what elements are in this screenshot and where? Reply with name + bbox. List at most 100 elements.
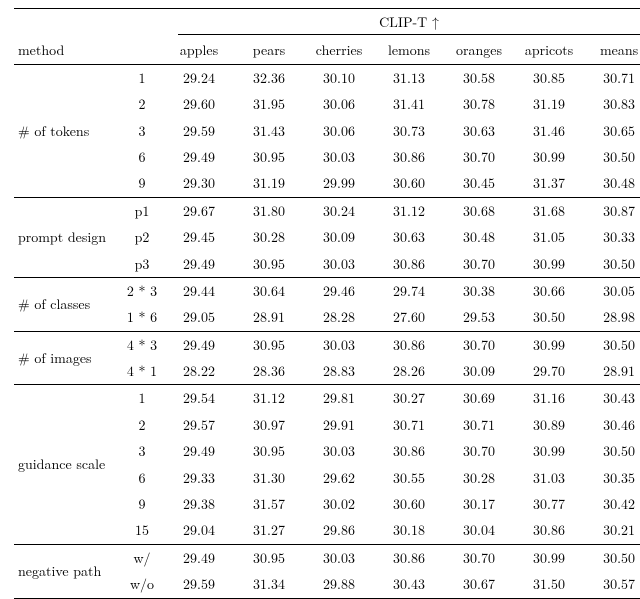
value-cell: 28.26 xyxy=(374,358,444,385)
value-cell: 30.99 xyxy=(514,438,584,464)
table-row: guidance scale129.5431.1229.8130.2730.69… xyxy=(14,385,640,412)
value-cell: 31.37 xyxy=(514,170,584,197)
col-apples: apples xyxy=(164,37,234,64)
value-cell: 30.95 xyxy=(234,438,304,464)
value-cell: 30.89 xyxy=(514,412,584,438)
variant-label: 2 xyxy=(120,91,164,117)
value-cell: 29.62 xyxy=(304,465,374,491)
value-cell: 28.91 xyxy=(234,304,304,331)
variant-label: 1 * 6 xyxy=(120,304,164,331)
value-cell: 30.67 xyxy=(444,571,514,598)
value-cell: 30.50 xyxy=(584,331,640,358)
table-row: # of classes2 * 329.4430.6429.4629.7430.… xyxy=(14,277,640,304)
col-cherries: cherries xyxy=(304,37,374,64)
value-cell: 29.99 xyxy=(304,170,374,197)
value-cell: 31.19 xyxy=(234,170,304,197)
value-cell: 30.66 xyxy=(514,277,584,304)
value-cell: 31.80 xyxy=(234,197,304,224)
value-cell: 30.50 xyxy=(584,144,640,170)
value-cell: 30.95 xyxy=(234,544,304,571)
value-cell: 30.60 xyxy=(374,491,444,517)
value-cell: 30.85 xyxy=(514,64,584,91)
variant-label: w/o xyxy=(120,571,164,598)
value-cell: 30.68 xyxy=(444,197,514,224)
variant-label: 9 xyxy=(120,491,164,517)
value-cell: 30.03 xyxy=(304,144,374,170)
value-cell: 30.99 xyxy=(514,544,584,571)
value-cell: 29.70 xyxy=(514,358,584,385)
group-label: # of images xyxy=(14,331,120,385)
value-cell: 30.38 xyxy=(444,277,514,304)
value-cell: 30.65 xyxy=(584,118,640,144)
value-cell: 30.86 xyxy=(374,438,444,464)
value-cell: 31.13 xyxy=(374,64,444,91)
value-cell: 30.71 xyxy=(584,64,640,91)
value-cell: 30.24 xyxy=(304,197,374,224)
value-cell: 30.06 xyxy=(304,91,374,117)
value-cell: 30.50 xyxy=(584,544,640,571)
value-cell: 30.57 xyxy=(584,571,640,598)
value-cell: 30.18 xyxy=(374,517,444,544)
value-cell: 30.04 xyxy=(444,517,514,544)
value-cell: 30.78 xyxy=(444,91,514,117)
group-label: prompt design xyxy=(14,197,120,277)
value-cell: 30.50 xyxy=(584,438,640,464)
value-cell: 30.86 xyxy=(374,251,444,278)
group-label: # of tokens xyxy=(14,64,120,197)
value-cell: 29.60 xyxy=(164,91,234,117)
table-row: # of images4 * 329.4930.9530.0330.8630.7… xyxy=(14,331,640,358)
group-label: # of classes xyxy=(14,277,120,331)
variant-label: 9 xyxy=(120,170,164,197)
value-cell: 30.09 xyxy=(304,224,374,250)
value-cell: 30.45 xyxy=(444,170,514,197)
value-cell: 29.46 xyxy=(304,277,374,304)
value-cell: 31.12 xyxy=(234,385,304,412)
value-cell: 30.03 xyxy=(304,251,374,278)
value-cell: 30.77 xyxy=(514,491,584,517)
value-cell: 30.70 xyxy=(444,144,514,170)
value-cell: 31.19 xyxy=(514,91,584,117)
variant-label: 3 xyxy=(120,118,164,144)
value-cell: 32.36 xyxy=(234,64,304,91)
value-cell: 30.70 xyxy=(444,438,514,464)
value-cell: 30.27 xyxy=(374,385,444,412)
value-cell: 30.99 xyxy=(514,331,584,358)
value-cell: 30.70 xyxy=(444,331,514,358)
value-cell: 31.16 xyxy=(514,385,584,412)
value-cell: 30.86 xyxy=(374,544,444,571)
value-cell: 30.63 xyxy=(444,118,514,144)
value-cell: 28.98 xyxy=(584,304,640,331)
value-cell: 29.49 xyxy=(164,544,234,571)
variant-label: w/ xyxy=(120,544,164,571)
value-cell: 30.95 xyxy=(234,144,304,170)
value-cell: 29.49 xyxy=(164,438,234,464)
value-cell: 31.43 xyxy=(234,118,304,144)
value-cell: 30.73 xyxy=(374,118,444,144)
value-cell: 29.74 xyxy=(374,277,444,304)
value-cell: 30.60 xyxy=(374,170,444,197)
value-cell: 30.86 xyxy=(374,331,444,358)
variant-label: 4 * 3 xyxy=(120,331,164,358)
value-cell: 30.46 xyxy=(584,412,640,438)
variant-label: p1 xyxy=(120,197,164,224)
value-cell: 31.41 xyxy=(374,91,444,117)
value-cell: 29.44 xyxy=(164,277,234,304)
value-cell: 29.54 xyxy=(164,385,234,412)
col-oranges: oranges xyxy=(444,37,514,64)
value-cell: 30.97 xyxy=(234,412,304,438)
variant-label: 2 xyxy=(120,412,164,438)
value-cell: 29.38 xyxy=(164,491,234,517)
value-cell: 30.03 xyxy=(304,331,374,358)
value-cell: 30.17 xyxy=(444,491,514,517)
value-cell: 30.03 xyxy=(304,544,374,571)
value-cell: 31.30 xyxy=(234,465,304,491)
value-cell: 31.27 xyxy=(234,517,304,544)
value-cell: 30.03 xyxy=(304,438,374,464)
value-cell: 30.05 xyxy=(584,277,640,304)
col-lemons: lemons xyxy=(374,37,444,64)
value-cell: 30.02 xyxy=(304,491,374,517)
value-cell: 27.60 xyxy=(374,304,444,331)
value-cell: 30.83 xyxy=(584,91,640,117)
value-cell: 28.91 xyxy=(584,358,640,385)
variant-label: 6 xyxy=(120,144,164,170)
